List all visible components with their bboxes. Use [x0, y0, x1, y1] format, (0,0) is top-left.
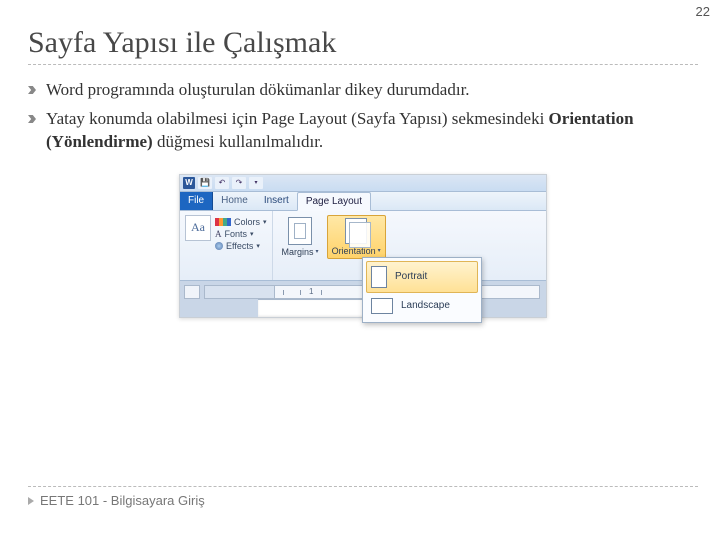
word-screenshot: W 💾 ↶ ↷ ▾ File Home Insert Page Layout A…	[179, 174, 547, 318]
theme-colors-button[interactable]: Colors ▾	[215, 217, 267, 227]
themes-mini-menu: Colors ▾ A Fonts ▾ Effects ▾	[215, 215, 267, 251]
footer-arrow-icon	[28, 497, 34, 505]
chevron-down-icon: ▾	[316, 248, 319, 255]
bullet-item: Word programında oluşturulan dökümanlar …	[28, 79, 698, 102]
ruler-tick	[321, 290, 322, 295]
fonts-icon: A	[215, 229, 222, 239]
tab-insert[interactable]: Insert	[256, 192, 297, 210]
margins-icon	[288, 217, 312, 245]
margins-label: Margins	[282, 247, 314, 257]
orientation-landscape-item[interactable]: Landscape	[366, 293, 478, 319]
ribbon: Aa Colors ▾ A Fonts ▾	[180, 211, 546, 281]
qat-dropdown-icon[interactable]: ▾	[249, 177, 263, 189]
orientation-dropdown: Portrait Landscape	[362, 257, 482, 323]
ruler-number: 1	[309, 287, 313, 296]
effects-icon	[215, 242, 223, 250]
slide: 22 Sayfa Yapısı ile Çalışmak Word progra…	[0, 0, 720, 540]
ruler-tick	[283, 290, 284, 295]
word-icon: W	[183, 177, 195, 189]
bullet-text-part: Yatay konumda olabilmesi için Page Layou…	[46, 109, 549, 128]
ruler-margin-area	[205, 286, 275, 298]
footer-text: EETE 101 - Bilgisayara Giriş	[40, 493, 205, 508]
page-title: Sayfa Yapısı ile Çalışmak	[28, 26, 698, 60]
ruler-tick	[300, 290, 301, 295]
word-titlebar: W 💾 ↶ ↷ ▾	[180, 175, 546, 192]
bullet-item: Yatay konumda olabilmesi için Page Layou…	[28, 108, 698, 154]
chevron-down-icon: ▾	[378, 247, 381, 254]
slide-footer: EETE 101 - Bilgisayara Giriş	[28, 486, 698, 508]
tab-page-layout[interactable]: Page Layout	[297, 192, 371, 211]
footer-divider	[28, 486, 698, 487]
landscape-label: Landscape	[401, 300, 450, 311]
ruler-corner	[184, 285, 200, 299]
undo-icon[interactable]: ↶	[215, 177, 229, 189]
themes-preview-icon[interactable]: Aa	[185, 215, 211, 241]
bullet-list: Word programında oluşturulan dökümanlar …	[28, 79, 698, 154]
ribbon-tabbar: File Home Insert Page Layout	[180, 192, 546, 211]
orientation-portrait-item[interactable]: Portrait	[366, 261, 478, 293]
theme-fonts-label: Fonts	[225, 229, 248, 239]
orientation-icon	[345, 218, 367, 244]
save-icon[interactable]: 💾	[198, 177, 212, 189]
bullet-text-part: düğmesi kullanılmalıdır.	[153, 132, 323, 151]
chevron-down-icon: ▾	[256, 242, 260, 250]
page-number: 22	[696, 4, 710, 19]
theme-effects-label: Effects	[226, 241, 253, 251]
theme-fonts-button[interactable]: A Fonts ▾	[215, 229, 267, 239]
theme-effects-button[interactable]: Effects ▾	[215, 241, 267, 251]
margins-button[interactable]: Margins▾	[278, 215, 323, 259]
chevron-down-icon: ▾	[250, 230, 254, 238]
landscape-page-icon	[371, 298, 393, 314]
tab-home[interactable]: Home	[213, 192, 256, 210]
portrait-label: Portrait	[395, 271, 427, 282]
chevron-down-icon: ▾	[263, 218, 267, 226]
color-swatch-icon	[215, 218, 231, 226]
title-divider	[28, 64, 698, 65]
theme-colors-label: Colors	[234, 217, 260, 227]
tab-file[interactable]: File	[180, 192, 213, 210]
redo-icon[interactable]: ↷	[232, 177, 246, 189]
orientation-button[interactable]: Orientation▾	[327, 215, 386, 259]
portrait-page-icon	[371, 266, 387, 288]
themes-group: Aa Colors ▾ A Fonts ▾	[180, 211, 273, 280]
